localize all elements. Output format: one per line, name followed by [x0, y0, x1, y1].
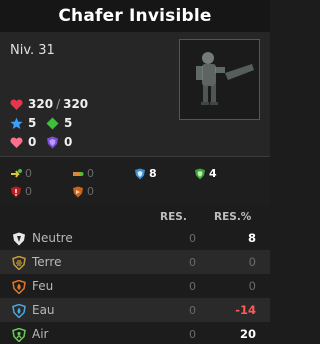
mp-stat: 5 [46, 116, 72, 130]
hp-max: 320 [63, 97, 89, 111]
heart-pink-icon [10, 136, 23, 149]
push-icon [72, 186, 84, 198]
flat-neutral-res-stat: 8 [134, 167, 157, 180]
push-res-stat: 0 [72, 185, 94, 198]
neutral-icon [12, 231, 26, 246]
water-icon [12, 303, 26, 319]
hp-separator: / [56, 97, 61, 111]
res-row-water: Eau 0 -14 [0, 298, 270, 322]
shield-stat: 0 [46, 135, 72, 149]
ap-value: 5 [28, 116, 37, 130]
monster-name: Chafer Invisible [58, 6, 212, 26]
flat-elem-res-stat: 4 [194, 167, 217, 180]
res-row-neutral: Neutre 0 8 [0, 226, 270, 250]
diamond-icon [46, 117, 59, 130]
heart-icon [10, 98, 23, 111]
crit-icon [10, 186, 22, 198]
crit-res-stat: 0 [10, 185, 32, 198]
elem-shield-icon [194, 168, 206, 180]
fire-icon [12, 279, 26, 295]
shield-purple-icon [46, 136, 59, 149]
hp-current: 320 [28, 97, 54, 111]
res-row-air: Air 0 20 [0, 322, 270, 344]
monster-summary: Niv. 31 320 / 320 5 5 0 0 [0, 32, 270, 156]
dodge-mp-icon [72, 168, 84, 180]
star-icon [10, 117, 23, 130]
dodge-mp-stat: 0 [72, 167, 94, 180]
shield-stat-value: 0 [64, 135, 73, 149]
res-row-fire: Feu 0 0 [0, 274, 270, 298]
res-row-earth: Terre 0 0 [0, 250, 270, 274]
res-header: RES. [160, 211, 187, 223]
hp-stat: 320 / 320 [10, 97, 88, 111]
res-pct-header: RES.% [214, 211, 252, 223]
dodge-ap-icon [10, 168, 22, 180]
secondary-stats: 0 0 8 4 0 0 [0, 157, 270, 205]
neutral-shield-icon [134, 168, 146, 180]
monster-level: Niv. 31 [10, 43, 55, 58]
heart-stat: 0 [10, 135, 36, 149]
ap-stat: 5 [10, 116, 36, 130]
mp-value: 5 [64, 116, 73, 130]
dodge-ap-stat: 0 [10, 167, 32, 180]
heart-stat-value: 0 [28, 135, 37, 149]
earth-icon [12, 255, 26, 271]
monster-portrait [179, 39, 260, 120]
air-icon [12, 327, 26, 343]
title-bar: Chafer Invisible [0, 0, 270, 32]
